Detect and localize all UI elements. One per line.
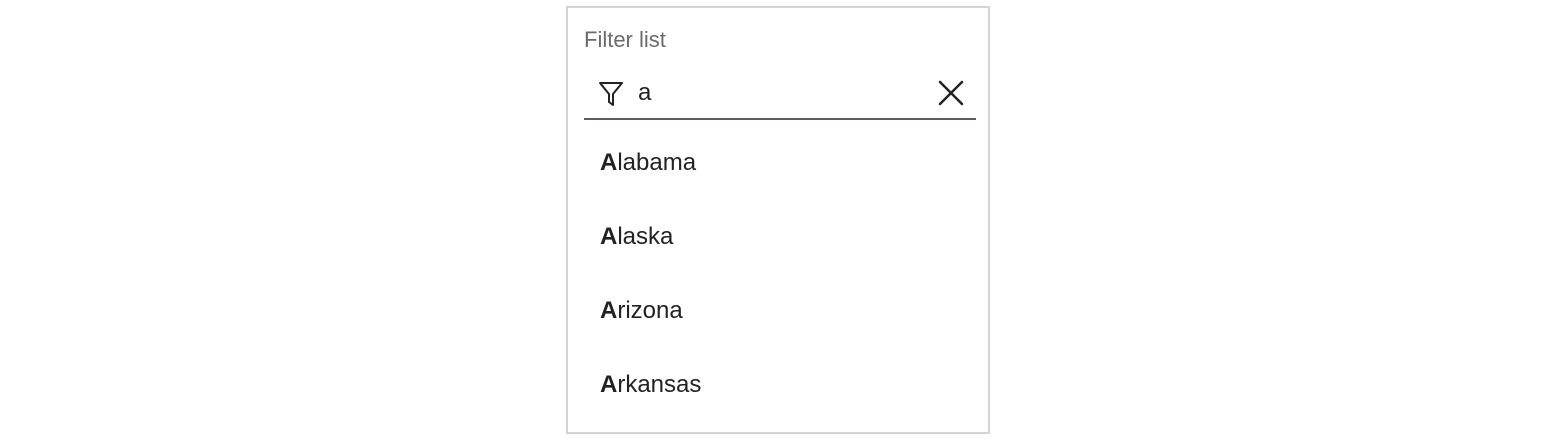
option-rest-text: laska xyxy=(617,223,674,250)
filter-field[interactable] xyxy=(584,66,976,120)
list-item[interactable]: Arizona xyxy=(568,274,988,348)
option-rest-text: labama xyxy=(617,149,697,176)
option-match-text: A xyxy=(600,371,618,398)
list-item[interactable]: Alaska xyxy=(568,200,988,274)
list-item[interactable]: Arkansas xyxy=(568,348,988,422)
filter-input[interactable] xyxy=(638,74,928,112)
clear-filter-button[interactable] xyxy=(936,78,966,108)
option-match-text: A xyxy=(600,223,618,250)
option-match-text: A xyxy=(600,149,618,176)
option-list: Alabama Alaska Arizona Arkansas xyxy=(568,126,988,422)
filter-listbox-panel: Filter list Alabama Alaska Arizona Arkan… xyxy=(566,6,990,434)
option-match-text: A xyxy=(600,297,618,324)
option-rest-text: rizona xyxy=(617,297,683,324)
close-icon xyxy=(938,80,964,106)
option-rest-text: rkansas xyxy=(617,371,702,398)
filter-icon xyxy=(598,80,624,108)
filter-label: Filter list xyxy=(584,27,666,52)
list-item[interactable]: Alabama xyxy=(568,126,988,200)
